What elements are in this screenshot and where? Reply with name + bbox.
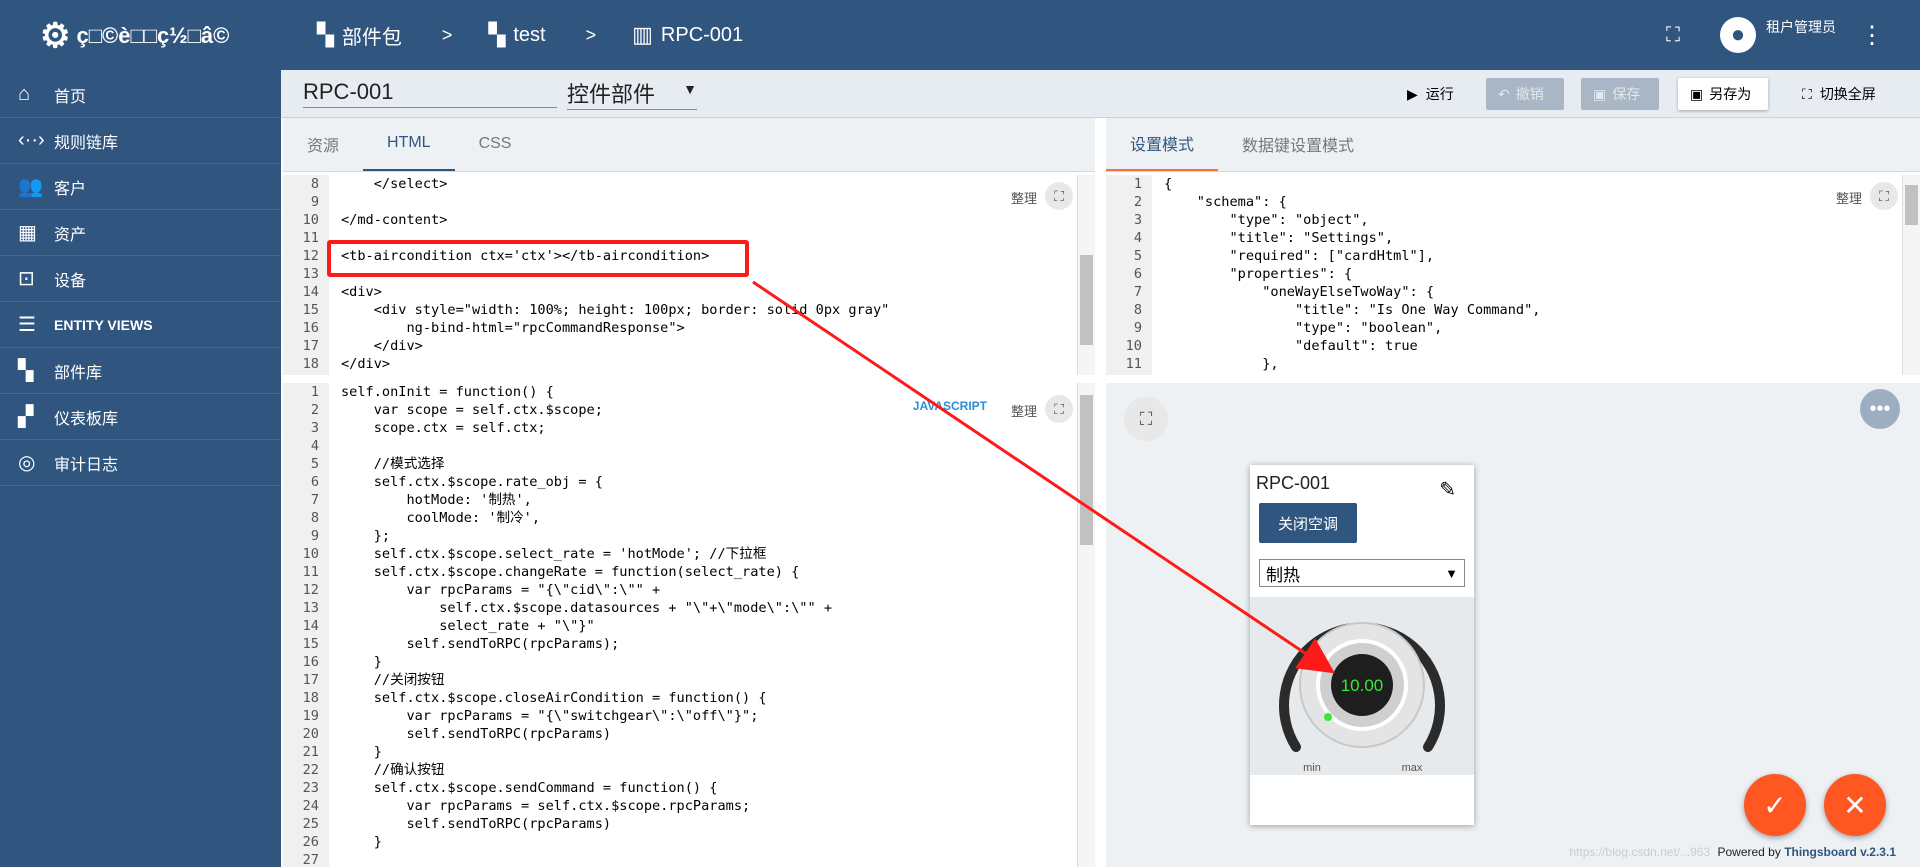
- arrow-line: [752, 280, 1335, 674]
- annotation-arrow: [752, 280, 1335, 674]
- app-root: ⚙ ç□©è□□ç½□â© ⌂ 首页 ‹··› 规则链库 👥 客户 ▦ 资产 ⊡ 设备 ☰ ENTIT…: [0, 0, 1920, 867]
